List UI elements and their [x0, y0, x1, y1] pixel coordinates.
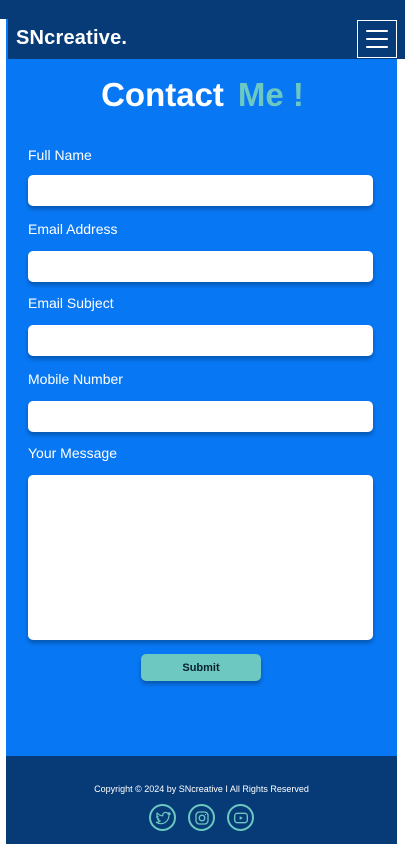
menu-line	[366, 30, 388, 32]
brand-logo[interactable]: SNcreative.	[16, 27, 127, 50]
mobile-field[interactable]	[28, 401, 373, 432]
page-title: Contact Me !	[0, 76, 405, 114]
message-label: Your Message	[28, 445, 117, 461]
youtube-icon[interactable]	[227, 804, 254, 831]
full-name-field[interactable]	[28, 175, 373, 206]
submit-button[interactable]: Submit	[141, 654, 261, 681]
subject-label: Email Subject	[28, 295, 114, 311]
title-accent: Me !	[237, 76, 304, 113]
title-main: Contact	[101, 76, 224, 113]
twitter-icon[interactable]	[149, 804, 176, 831]
menu-line	[366, 38, 388, 40]
message-field[interactable]	[28, 475, 373, 640]
site-header: SNcreative.	[8, 19, 405, 59]
mobile-label: Mobile Number	[28, 371, 123, 387]
site-footer: Copyright © 2024 by SNcreative I All Rig…	[6, 756, 397, 844]
menu-line	[366, 46, 388, 48]
copyright-text: Copyright © 2024 by SNcreative I All Rig…	[94, 784, 309, 794]
subject-field[interactable]	[28, 325, 373, 356]
instagram-icon[interactable]	[188, 804, 215, 831]
full-name-label: Full Name	[28, 147, 92, 163]
email-label: Email Address	[28, 221, 118, 237]
email-field[interactable]	[28, 251, 373, 282]
social-links	[6, 804, 397, 831]
hamburger-menu-icon[interactable]	[357, 20, 397, 58]
top-bar	[0, 0, 405, 19]
